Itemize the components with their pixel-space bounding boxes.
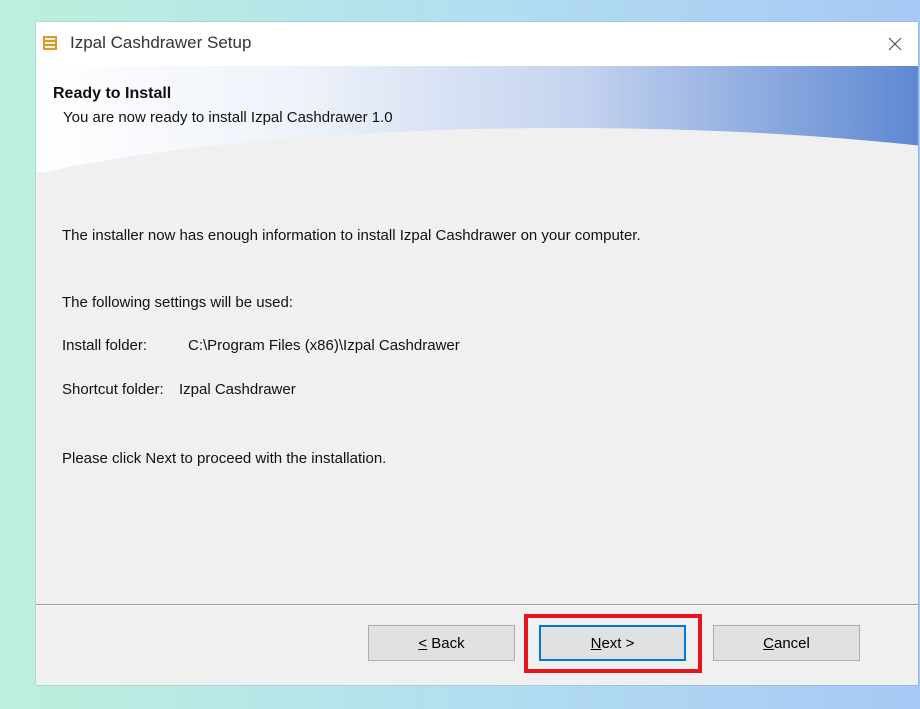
close-icon [888,37,902,51]
close-button[interactable] [872,22,918,66]
header-banner: Ready to Install You are now ready to in… [36,66,918,172]
window-title: Izpal Cashdrawer Setup [70,33,252,52]
installer-window: Izpal Cashdrawer Setup Ready to Install … [36,22,918,685]
install-folder-value: C:\Program Files (x86)\Izpal Cashdrawer [188,337,460,354]
instruction-text: Please click Next to proceed with the in… [62,450,387,467]
install-folder-label: Install folder: [62,337,148,354]
back-button[interactable]: < Back [368,625,515,661]
intro-text: The installer now has enough information… [62,227,641,244]
cancel-button-label: Cancel [763,634,810,652]
next-button[interactable]: Next > [539,625,686,661]
shortcut-folder-value: Izpal Cashdrawer [179,381,296,398]
shortcut-folder-label: Shortcut folder: [62,381,164,398]
page-subtitle: You are now ready to install Izpal Cashd… [63,109,393,126]
page-title: Ready to Install [53,85,172,102]
footer-divider [36,604,918,606]
title-bar[interactable]: Izpal Cashdrawer Setup [36,22,918,66]
back-button-label: < Back [418,634,465,652]
installer-app-icon [43,36,57,50]
banner-swoosh [36,128,918,172]
next-button-label: Next > [590,634,635,652]
settings-heading: The following settings will be used: [62,294,293,311]
cancel-button[interactable]: Cancel [713,625,860,661]
